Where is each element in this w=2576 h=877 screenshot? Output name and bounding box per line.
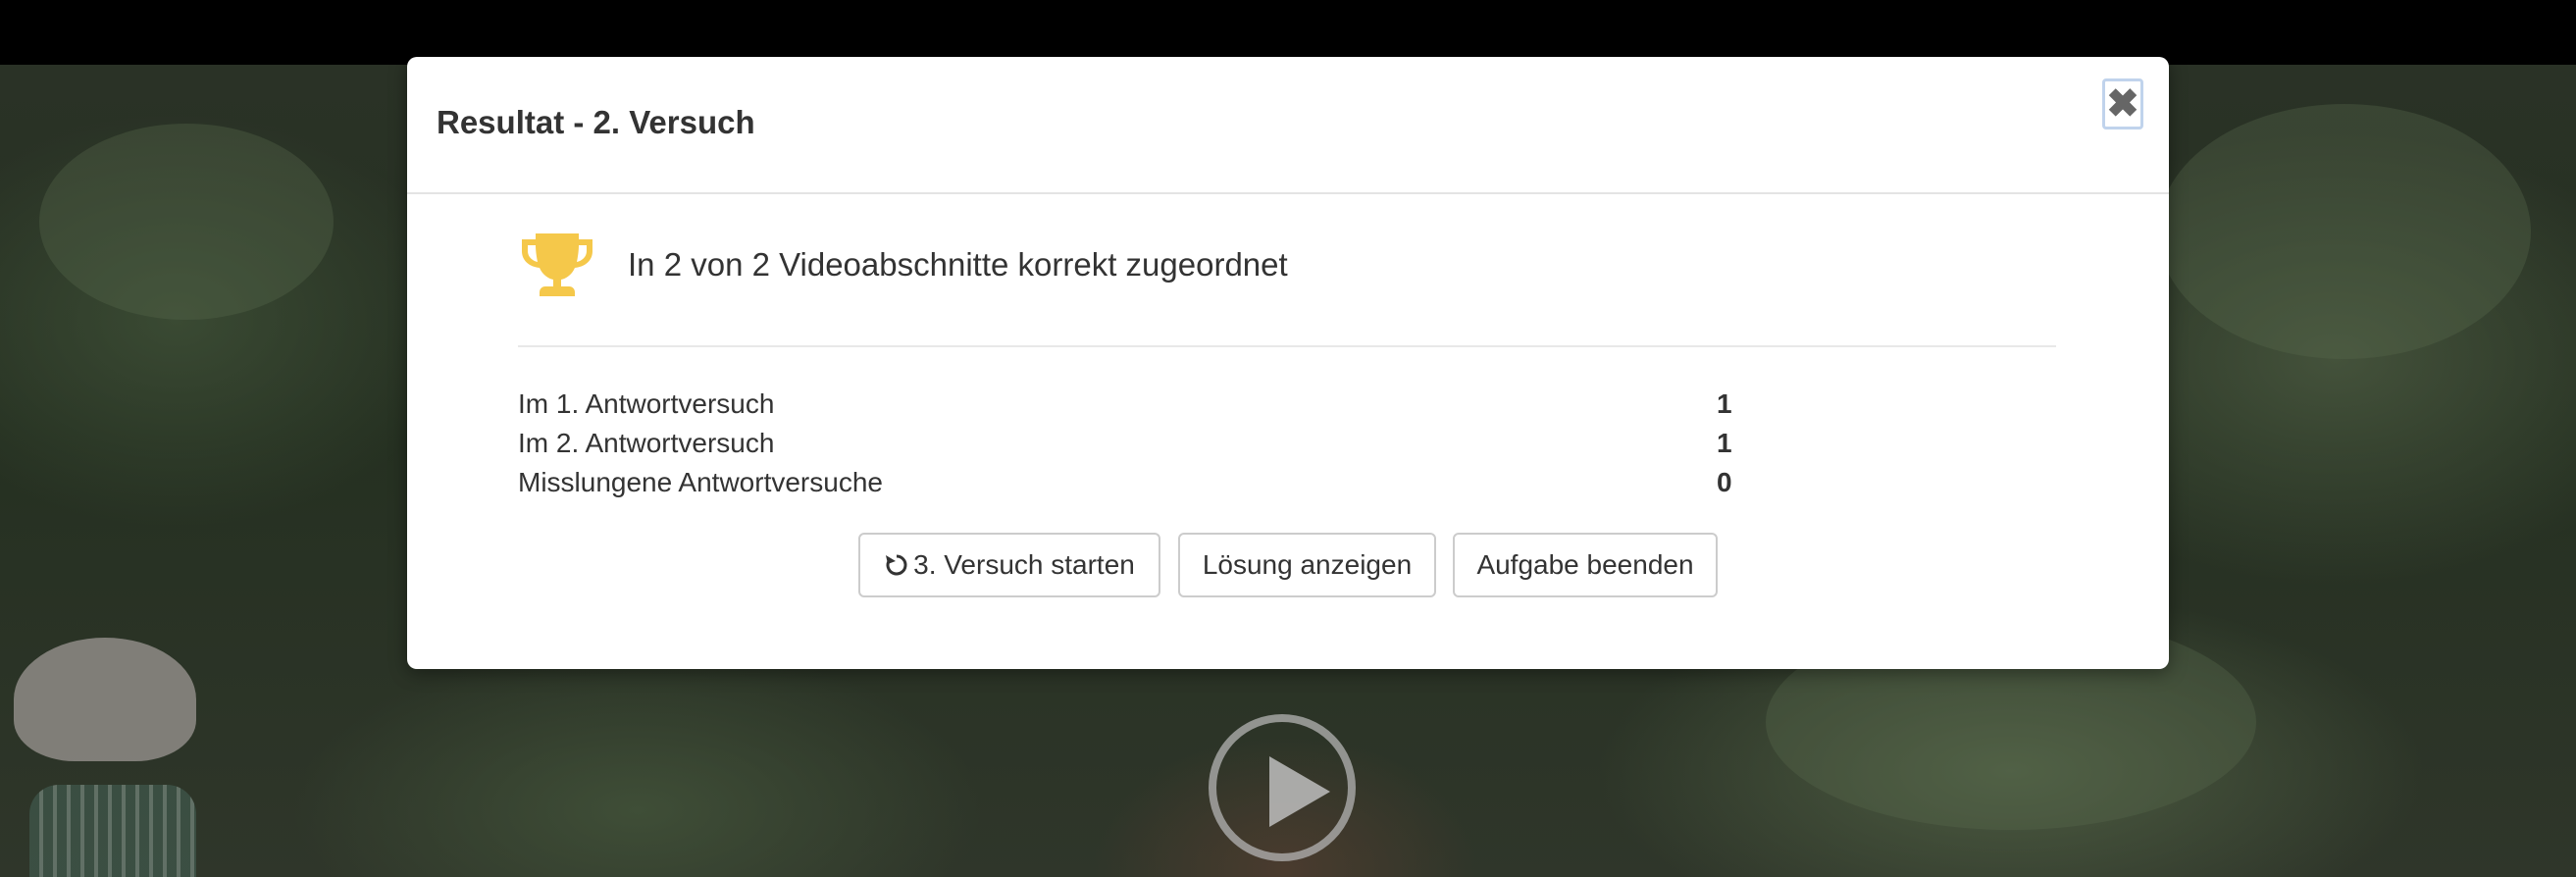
attempt-stats: Im 1. Antwortversuch 1 Im 2. Antwortvers… [518,388,1734,506]
close-icon: ✖ [2106,82,2139,126]
restart-attempt-button[interactable]: 3. Versuch starten [858,533,1160,597]
person-body [29,785,196,877]
play-icon [1269,756,1330,827]
trophy-icon [522,233,592,296]
stat-label: Im 2. Antwortversuch [518,428,775,458]
result-summary: In 2 von 2 Videoabschnitte korrekt zugeo… [628,246,1288,283]
stat-value: 1 [1717,428,1732,458]
video-player: Resultat - 2. Versuch ✖ In 2 von 2 Video… [0,0,2576,877]
stat-value: 1 [1717,388,1732,419]
person-hat [14,638,196,761]
finish-task-button[interactable]: Aufgabe beenden [1453,533,1718,597]
restart-label: 3. Versuch starten [913,549,1135,580]
stat-row: Misslungene Antwortversuche 0 [518,467,1734,506]
foliage [2158,104,2531,359]
restart-icon [884,552,909,578]
stat-value: 0 [1717,467,1732,497]
stat-label: Misslungene Antwortversuche [518,467,883,497]
stat-row: Im 2. Antwortversuch 1 [518,428,1734,467]
play-button[interactable] [1209,714,1356,861]
divider [518,345,2056,347]
dialog-title: Resultat - 2. Versuch [437,104,755,140]
stat-label: Im 1. Antwortversuch [518,388,775,419]
show-solution-button[interactable]: Lösung anzeigen [1178,533,1436,597]
close-button[interactable]: ✖ [2102,78,2143,129]
result-dialog: Resultat - 2. Versuch ✖ In 2 von 2 Video… [407,57,2169,669]
dialog-header: Resultat - 2. Versuch ✖ [407,57,2169,194]
stat-row: Im 1. Antwortversuch 1 [518,388,1734,428]
foliage [39,124,334,320]
